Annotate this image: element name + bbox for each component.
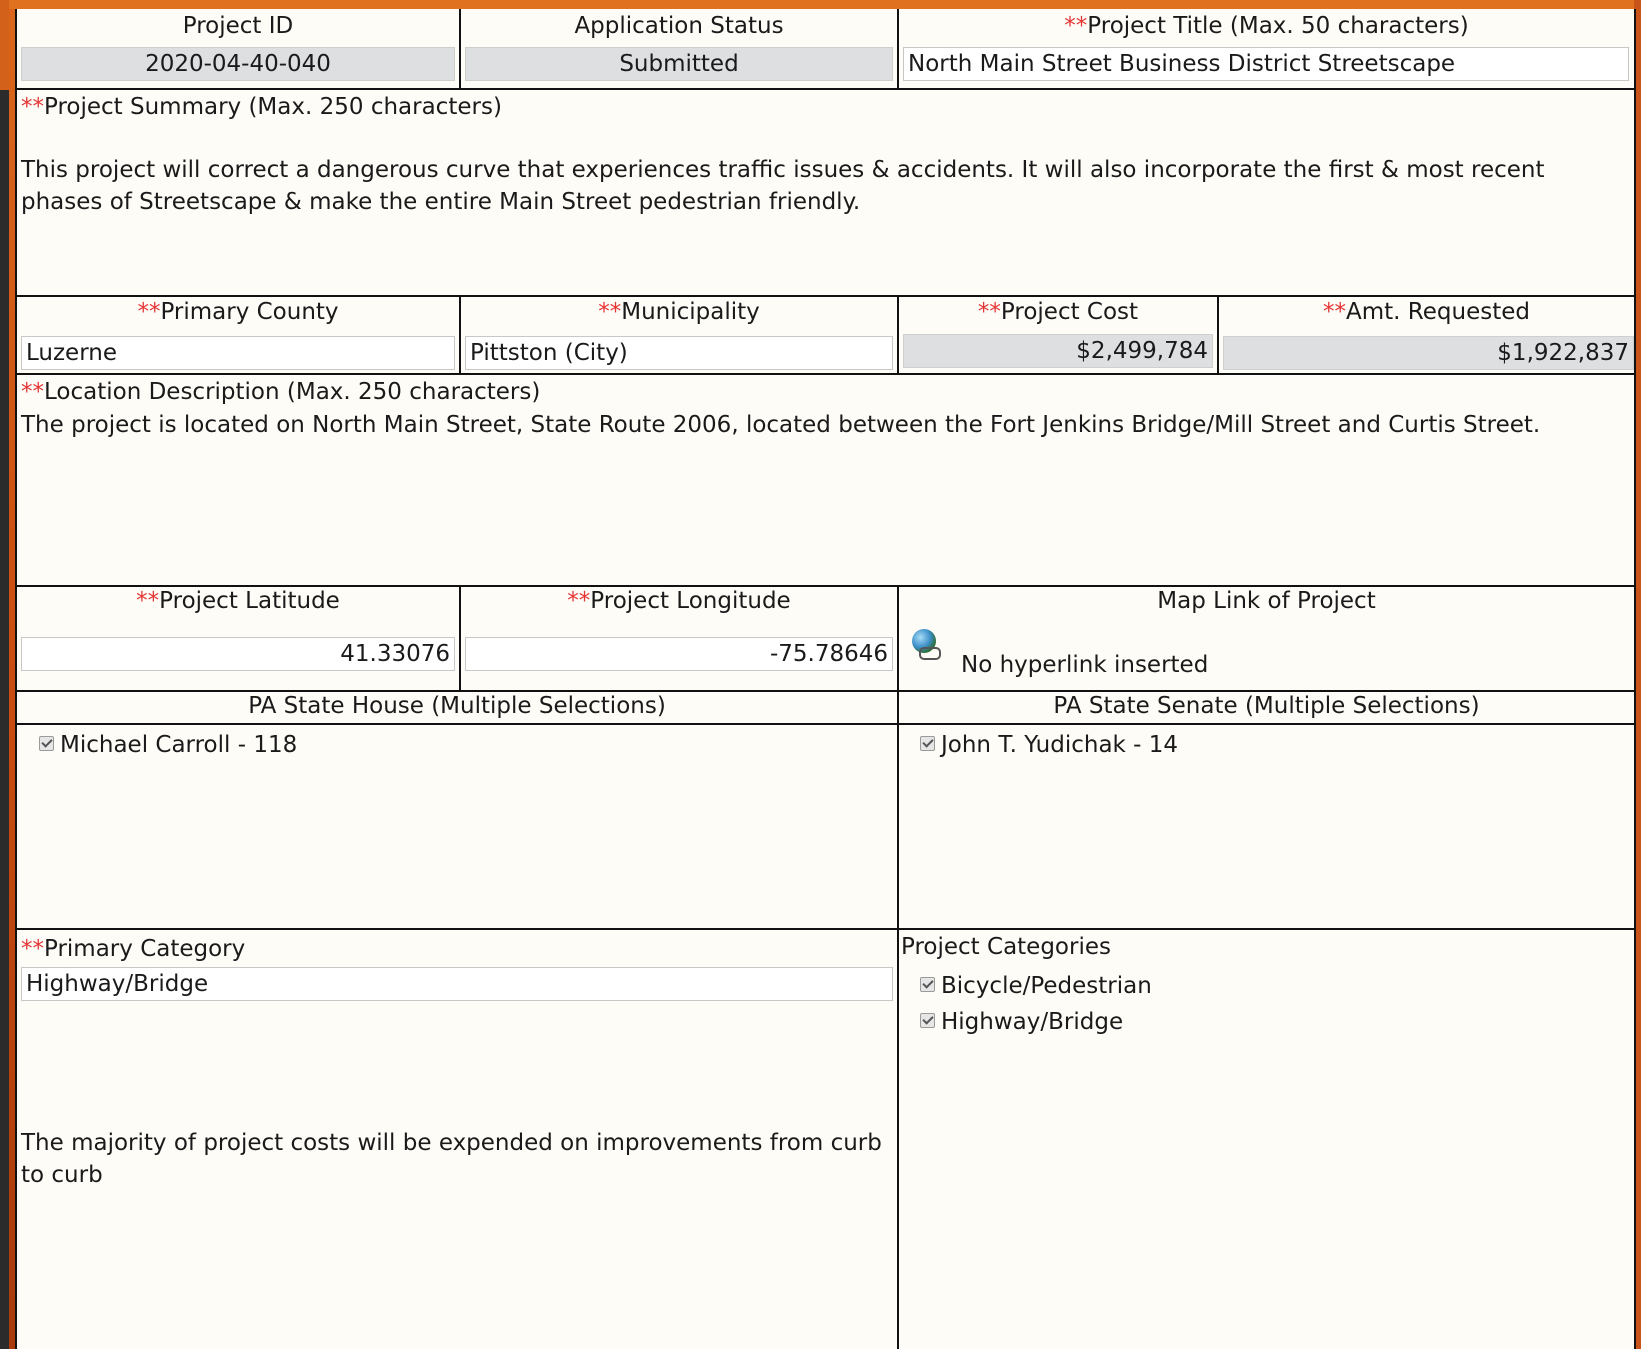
- window-top-border: [0, 0, 1641, 9]
- project-categories-label: Project Categories: [901, 934, 1111, 960]
- map-link-label: Map Link of Project: [1157, 588, 1376, 614]
- project-summary-text[interactable]: This project will correct a dangerous cu…: [21, 154, 1561, 218]
- state-senate-option[interactable]: John T. Yudichak - 14: [920, 730, 1178, 760]
- application-status-label: Application Status: [574, 13, 784, 39]
- project-summary-label: **Project Summary (Max. 250 characters): [21, 94, 502, 120]
- divider: [17, 585, 1636, 587]
- primary-county-field[interactable]: Luzerne: [21, 336, 455, 370]
- category-option[interactable]: Bicycle/Pedestrian: [920, 971, 1152, 1001]
- window-left-border: [0, 0, 9, 90]
- state-senate-label: PA State Senate (Multiple Selections): [1053, 693, 1480, 719]
- checkbox-checked-icon[interactable]: [39, 736, 54, 751]
- category-option[interactable]: Highway/Bridge: [920, 1007, 1123, 1037]
- checkbox-checked-icon[interactable]: [920, 736, 935, 751]
- project-title-label: **Project Title (Max. 50 characters): [1064, 13, 1469, 39]
- latitude-input[interactable]: 41.33076: [21, 637, 455, 671]
- municipality-field[interactable]: Pittston (City): [465, 336, 893, 370]
- chain-link-icon: [919, 647, 941, 660]
- application-status-field: Submitted: [465, 47, 893, 81]
- primary-county-label: **Primary County: [137, 299, 339, 325]
- divider: [17, 295, 1636, 297]
- category-note-text: The majority of project costs will be ex…: [21, 1130, 882, 1188]
- window-left-dark-border: [0, 90, 9, 1349]
- map-link-value[interactable]: No hyperlink inserted: [961, 649, 1208, 681]
- divider: [17, 373, 1636, 375]
- project-cost-field: $2,499,784: [903, 334, 1213, 368]
- project-id-field: 2020-04-40-040: [21, 47, 455, 81]
- amount-requested-field: $1,922,837: [1223, 336, 1634, 370]
- divider: [17, 690, 1636, 692]
- divider: [17, 928, 1636, 930]
- checkbox-checked-icon[interactable]: [920, 977, 935, 992]
- state-house-option[interactable]: Michael Carroll - 118: [39, 730, 297, 760]
- location-description-label: **Location Description (Max. 250 charact…: [21, 379, 541, 405]
- longitude-input[interactable]: -75.78646: [465, 637, 893, 671]
- latitude-label: **Project Latitude: [136, 588, 340, 614]
- divider: [1634, 9, 1636, 1349]
- municipality-label: **Municipality: [598, 299, 760, 325]
- divider: [17, 723, 1636, 725]
- project-title-input[interactable]: North Main Street Business District Stre…: [903, 47, 1629, 81]
- longitude-label: **Project Longitude: [567, 588, 791, 614]
- location-description-text[interactable]: The project is located on North Main Str…: [21, 409, 1561, 441]
- divider: [17, 88, 1636, 90]
- project-form: Project ID 2020-04-40-040 Application St…: [15, 9, 1636, 1349]
- state-house-label: PA State House (Multiple Selections): [248, 693, 666, 719]
- amount-requested-label: **Amt. Requested: [1323, 299, 1530, 325]
- checkbox-checked-icon[interactable]: [920, 1013, 935, 1028]
- primary-category-label: **Primary Category: [21, 936, 246, 962]
- primary-category-field[interactable]: Highway/Bridge: [21, 967, 893, 1001]
- project-id-label: Project ID: [182, 13, 294, 39]
- project-cost-label: **Project Cost: [977, 299, 1139, 325]
